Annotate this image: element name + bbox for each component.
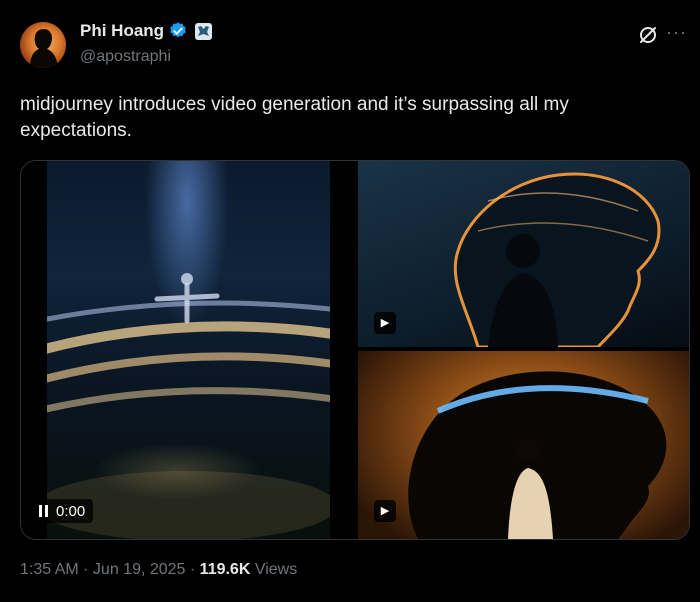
views-label: Views xyxy=(250,561,298,578)
meta-separator: · xyxy=(78,561,93,578)
video-timestamp: 0:00 xyxy=(56,502,86,520)
play-button[interactable]: ▶ xyxy=(374,312,396,334)
views-count: 119.6K xyxy=(199,561,251,578)
tweet-time[interactable]: 1:35 AM xyxy=(20,561,79,578)
tweet-meta: 1:35 AM · Jun 19, 2025 · 119.6K Views xyxy=(20,561,297,579)
video-pause-chip[interactable]: 0:00 xyxy=(31,499,94,523)
video-tile-bottom-right[interactable]: ▶ xyxy=(358,351,689,539)
verified-badge-icon xyxy=(170,22,186,38)
tweet-text: midjourney introduces video generation a… xyxy=(20,94,569,141)
tweet-date[interactable]: Jun 19, 2025 xyxy=(93,561,186,578)
author-handle[interactable]: @apostraphi xyxy=(80,48,171,66)
avatar[interactable] xyxy=(20,22,66,68)
video-tile-top-right[interactable]: ▶ xyxy=(358,161,689,347)
video-frame-conductor xyxy=(35,161,348,539)
pause-icon xyxy=(39,505,48,517)
more-icon[interactable]: ··· xyxy=(666,22,687,43)
author-name-row: Phi Hoang xyxy=(80,21,213,41)
play-icon: ▶ xyxy=(380,316,390,329)
video-tile-main[interactable]: 0:00 xyxy=(21,161,352,539)
affiliation-badge-icon[interactable] xyxy=(195,22,213,40)
play-icon: ▶ xyxy=(380,504,390,517)
media-grid: 0:00 ▶ ▶ xyxy=(20,160,690,540)
play-button[interactable]: ▶ xyxy=(374,500,396,522)
grok-icon[interactable] xyxy=(637,24,659,46)
meta-separator: · xyxy=(185,561,200,578)
author-display-name[interactable]: Phi Hoang xyxy=(80,21,164,41)
